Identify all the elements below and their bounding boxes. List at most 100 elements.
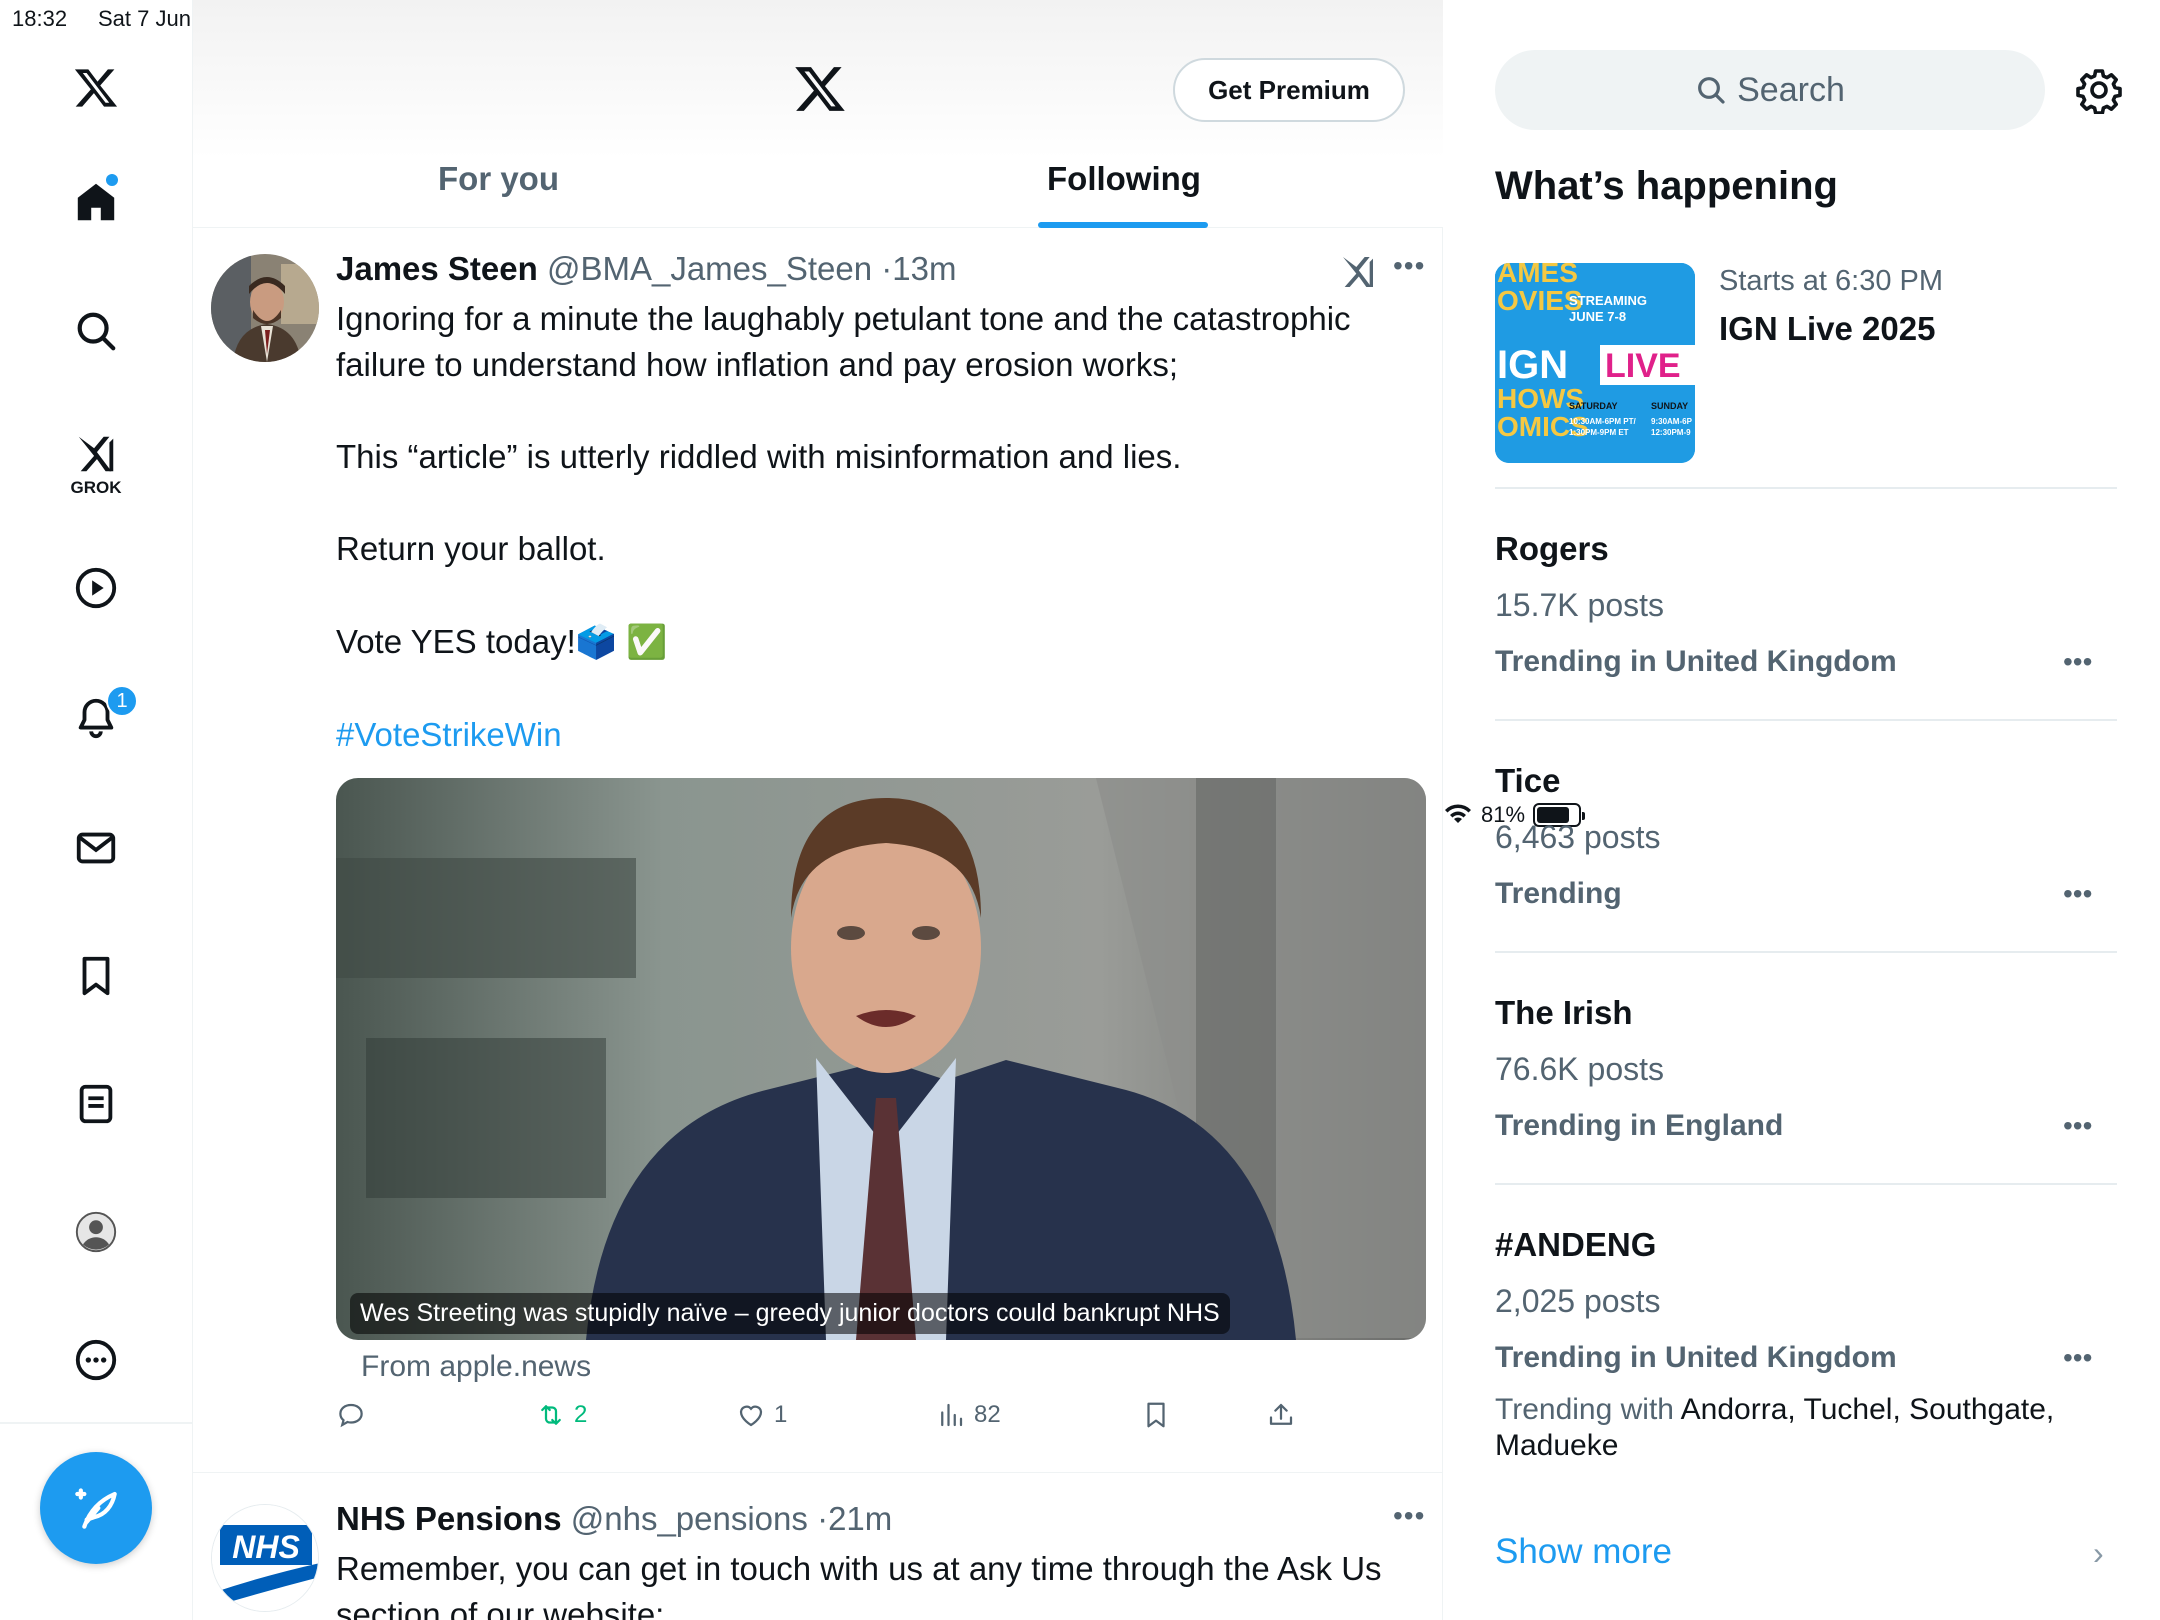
timeline: Get Premium For you Following James Stee…	[193, 0, 1443, 1620]
trend-more-icon[interactable]: •••	[2063, 878, 2092, 910]
share-button[interactable]	[1266, 1400, 1296, 1430]
post-header: James Steen @BMA_James_Steen ·13m	[336, 250, 957, 288]
nhs-logo-text: NHS	[232, 1529, 300, 1565]
trend-title[interactable]: Rogers	[1495, 530, 1609, 568]
trend-context: Trending	[1495, 877, 1622, 910]
tab-following[interactable]: Following	[1047, 160, 1201, 198]
post-media-image[interactable]: Wes Streeting was stupidly naïve – greed…	[336, 778, 1426, 1340]
profile-icon[interactable]	[70, 1206, 122, 1258]
media-source[interactable]: From apple.news	[361, 1350, 591, 1384]
avatar[interactable]: NHS	[211, 1504, 319, 1612]
post-more-icon[interactable]: •••	[1393, 1500, 1425, 1532]
trend-divider	[1495, 719, 2117, 721]
get-premium-button[interactable]: Get Premium	[1173, 58, 1405, 122]
view-count: 82	[974, 1401, 1001, 1428]
notifications-badge: 1	[106, 685, 138, 717]
whats-happening-heading: What’s happening	[1495, 164, 1838, 208]
post-header: NHS Pensions @nhs_pensions ·21m	[336, 1500, 892, 1538]
like-count: 1	[774, 1401, 788, 1428]
nav-separator	[0, 1422, 193, 1424]
post-time[interactable]: 13m	[892, 250, 956, 287]
event-thumbnail[interactable]: AMES OVIES STREAMING JUNE 7-8 IGN LIVE H…	[1495, 263, 1695, 463]
author-handle[interactable]: @nhs_pensions	[571, 1500, 808, 1537]
post-text: Remember, you can get in touch with us a…	[336, 1550, 1382, 1620]
like-button[interactable]: 1	[736, 1400, 787, 1430]
search-icon[interactable]	[70, 305, 122, 357]
compose-feather-icon	[75, 1488, 117, 1529]
views-button[interactable]: 82	[936, 1400, 1001, 1430]
trend-divider	[1495, 487, 2117, 489]
event-image-text: 12:30PM-9	[1651, 428, 1691, 437]
views-chart-icon	[941, 1403, 963, 1427]
author-name[interactable]: James Steen	[336, 250, 538, 287]
trend-count: 15.7K posts	[1495, 587, 1664, 623]
trend-more-icon[interactable]: •••	[2063, 646, 2092, 678]
repost-button[interactable]: 2	[536, 1400, 587, 1430]
trend-count: 2,025 posts	[1495, 1283, 1661, 1319]
x-logo-icon[interactable]	[70, 62, 122, 114]
post-text-line: Ignoring for a minute the laughably petu…	[336, 300, 1351, 383]
repost-count: 2	[574, 1401, 588, 1428]
post-divider	[193, 1472, 1443, 1473]
share-icon	[1269, 1403, 1293, 1425]
trending-with-label: Trending with	[1495, 1393, 1674, 1426]
compose-post-button[interactable]	[40, 1452, 152, 1564]
post-james-steen[interactable]: James Steen @BMA_James_Steen ·13m ••• Ig…	[193, 240, 1443, 1472]
grok-label: GROK	[70, 478, 122, 497]
grok-explain-icon[interactable]	[1338, 252, 1378, 292]
event-subtitle: Starts at 6:30 PM	[1719, 265, 1944, 297]
show-more-link[interactable]: Show more	[1495, 1532, 1672, 1572]
active-tab-indicator	[1038, 222, 1208, 228]
search-placeholder: Search	[1737, 70, 1845, 109]
event-image-text: SATURDAY	[1569, 401, 1618, 411]
event-image-text: STREAMING	[1569, 293, 1647, 308]
timeline-header: Get Premium For you Following	[193, 0, 1443, 228]
post-text-line: Return your ballot.	[336, 530, 606, 567]
lists-icon[interactable]	[70, 1078, 122, 1130]
event-image-text: JUNE 7-8	[1569, 309, 1627, 324]
trend-title[interactable]: #ANDENG	[1495, 1226, 1656, 1264]
messages-icon[interactable]	[70, 822, 122, 874]
search-input[interactable]: Search	[1495, 50, 2045, 130]
avatar[interactable]	[211, 254, 319, 362]
trend-count: 6,463 posts	[1495, 819, 1661, 855]
hashtag-link[interactable]: #VoteStrikeWin	[336, 712, 1436, 758]
trend-context: Trending in England	[1495, 1109, 1784, 1142]
event-image-text: 1:30PM-9PM ET	[1569, 428, 1629, 437]
reply-button[interactable]	[336, 1400, 366, 1430]
post-text-vote: Vote YES today!🗳️ ✅	[336, 619, 1436, 665]
trend-more-icon[interactable]: •••	[2063, 1110, 2092, 1142]
author-name[interactable]: NHS Pensions	[336, 1500, 562, 1537]
trend-title[interactable]: Tice	[1495, 762, 1560, 800]
grok-icon[interactable]	[70, 428, 122, 480]
bookmark-icon	[1147, 1402, 1165, 1428]
chevron-right-icon[interactable]: ›	[2093, 1535, 2104, 1572]
trend-divider	[1495, 1183, 2117, 1185]
separator-dot: ·	[881, 250, 893, 287]
post-more-icon[interactable]: •••	[1393, 250, 1425, 282]
separator-dot: ·	[817, 1500, 829, 1537]
home-unread-dot	[106, 174, 118, 186]
post-time[interactable]: 21m	[828, 1500, 892, 1537]
trend-context: Trending in United Kingdom	[1495, 645, 1897, 678]
tab-for-you[interactable]: For you	[438, 160, 559, 198]
video-icon[interactable]	[70, 562, 122, 614]
ballot-check-emoji: 🗳️ ✅	[575, 623, 668, 660]
author-handle[interactable]: @BMA_James_Steen	[547, 250, 872, 287]
event-image-text: 10:30AM-6PM PT/	[1569, 417, 1636, 426]
post-actions: 2 1 82	[336, 1400, 1426, 1444]
trend-title[interactable]: The Irish	[1495, 994, 1633, 1032]
settings-gear-icon[interactable]	[2075, 66, 2123, 114]
trend-more-icon[interactable]: •••	[2063, 1342, 2092, 1374]
more-icon[interactable]	[70, 1334, 122, 1386]
search-icon	[1698, 77, 1725, 104]
reply-icon	[339, 1403, 363, 1428]
trend-count: 76.6K posts	[1495, 1051, 1664, 1087]
event-title[interactable]: IGN Live 2025	[1719, 310, 1935, 348]
bookmark-button[interactable]	[1141, 1400, 1171, 1430]
trend-divider	[1495, 951, 2117, 953]
left-navigation: GROK 1	[0, 0, 193, 1620]
bookmarks-icon[interactable]	[70, 950, 122, 1002]
event-image-text: AMES	[1497, 263, 1578, 288]
post-nhs-pensions[interactable]: NHS NHS Pensions @nhs_pensions ·21m ••• …	[193, 1490, 1443, 1620]
